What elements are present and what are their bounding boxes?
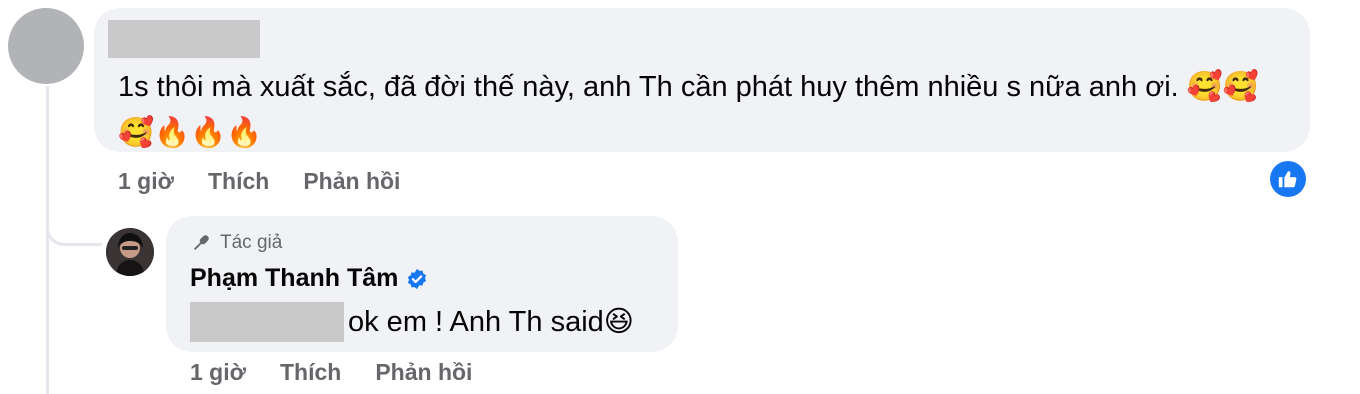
reply-actions: 1 giờ Thích Phản hồi bbox=[190, 359, 472, 386]
author-avatar[interactable] bbox=[106, 228, 154, 276]
author-badge-label: Tác giả bbox=[220, 232, 283, 253]
reply-like-button[interactable]: Thích bbox=[280, 359, 341, 386]
reply-content: ok em ! Anh Th said😆 bbox=[190, 302, 634, 342]
redacted-mention[interactable] bbox=[190, 302, 344, 342]
comment-text: 1s thôi mà xuất sắc, đã đời thế này, anh… bbox=[118, 71, 1260, 149]
reply-reply-button[interactable]: Phản hồi bbox=[375, 359, 472, 386]
author-badge: Tác giả bbox=[190, 232, 282, 254]
comment-timestamp[interactable]: 1 giờ bbox=[118, 168, 174, 195]
comment-bubble: 1s thôi mà xuất sắc, đã đời thế này, anh… bbox=[94, 8, 1310, 152]
reply-bubble: Tác giả Phạm Thanh Tâm ok em ! Anh Th sa… bbox=[166, 216, 678, 352]
reply-connector bbox=[46, 190, 102, 246]
reply-button[interactable]: Phản hồi bbox=[303, 168, 400, 195]
thumbs-up-icon[interactable] bbox=[1270, 161, 1306, 197]
like-button[interactable]: Thích bbox=[208, 168, 269, 195]
microphone-icon bbox=[194, 235, 209, 250]
comment-actions: 1 giờ Thích Phản hồi bbox=[118, 168, 400, 195]
avatar[interactable] bbox=[8, 8, 84, 84]
verified-badge-icon bbox=[408, 268, 427, 289]
author-name[interactable]: Phạm Thanh Tâm bbox=[190, 264, 398, 293]
redacted-commenter-name[interactable] bbox=[108, 20, 260, 58]
reply-author: Phạm Thanh Tâm bbox=[190, 264, 428, 293]
thread-line bbox=[46, 86, 49, 394]
reply-timestamp[interactable]: 1 giờ bbox=[190, 359, 246, 386]
reply-text: ok em ! Anh Th said😆 bbox=[348, 306, 635, 338]
